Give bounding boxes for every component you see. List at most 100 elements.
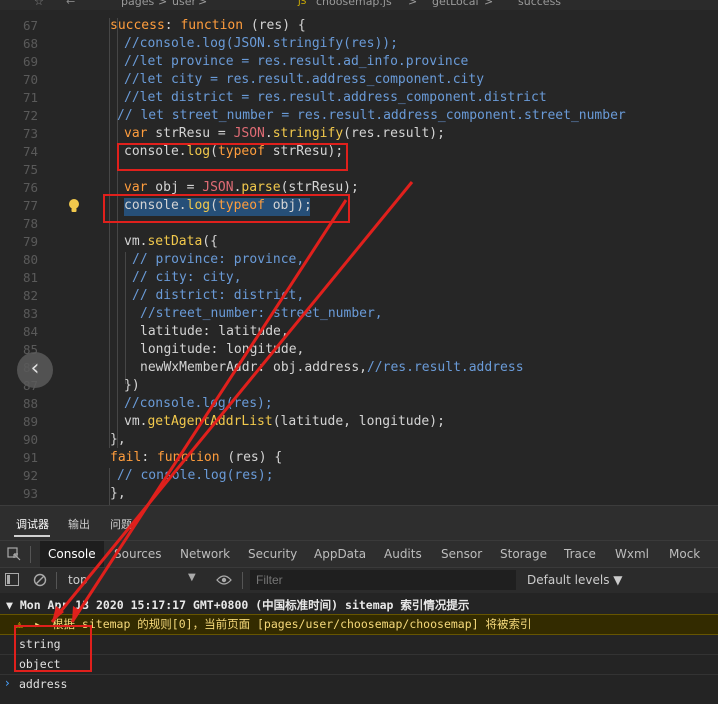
code-line[interactable]: 84 latitude: latitude,: [0, 323, 718, 341]
code-token: strResu =: [147, 126, 234, 141]
eye-icon[interactable]: [216, 574, 232, 586]
line-number: 68: [22, 36, 38, 51]
log-group-header[interactable]: ▼ Mon Apr 13 2020 15:17:17 GMT+0800 (中国标…: [6, 597, 718, 613]
code-line[interactable]: 85 longitude: longitude,: [0, 341, 718, 359]
sidebar-toggle-icon[interactable]: [5, 573, 19, 586]
code-line[interactable]: 83 //street_number: street_number,: [0, 305, 718, 323]
code-line[interactable]: 69 //let province = res.result.ad_info.pr…: [0, 53, 718, 71]
code-line[interactable]: 81 // city: city,: [0, 269, 718, 287]
tab-console[interactable]: Console: [40, 541, 104, 568]
code-text: //let district = res.result.address_comp…: [124, 89, 547, 107]
tab-network[interactable]: Network: [180, 541, 230, 568]
log-levels-select[interactable]: Default levels ▼: [527, 573, 623, 587]
code-line[interactable]: 88 //console.log(res);: [0, 395, 718, 413]
code-text: //let province = res.result.ad_info.prov…: [124, 53, 468, 71]
code-token: var: [124, 126, 148, 141]
code-line[interactable]: 73 var strResu = JSON.stringify(res.resul…: [0, 125, 718, 143]
code-text: var strResu = JSON.stringify(res.result)…: [124, 125, 445, 143]
breadcrumb-file[interactable]: choosemap.js: [316, 0, 392, 10]
code-line[interactable]: 86newWxMemberAddr: obj.address,//res.res…: [0, 359, 718, 377]
tab-output[interactable]: 输出: [68, 516, 90, 532]
code-line[interactable]: 82 // district: district,: [0, 287, 718, 305]
code-line[interactable]: 71 //let district = res.result.address_co…: [0, 89, 718, 107]
code-text: vm.setData({: [124, 233, 218, 251]
code-line[interactable]: 91 fail: function (res) {: [0, 449, 718, 467]
line-number: 76: [22, 180, 38, 195]
tab-appdata[interactable]: AppData: [314, 541, 366, 568]
tab-sources[interactable]: Sources: [114, 541, 161, 568]
line-number: 80: [22, 252, 38, 267]
highlight-box-output: [14, 625, 92, 672]
tab-problems[interactable]: 问题: [110, 516, 132, 532]
line-number: 67: [22, 18, 38, 33]
code-token: setData: [147, 234, 203, 249]
code-token: (res.result);: [343, 126, 445, 141]
js-file-icon: JS: [298, 0, 307, 7]
breadcrumb-fn[interactable]: getLocal: [432, 0, 479, 10]
breadcrumb-fn[interactable]: success: [518, 0, 561, 10]
code-token: obj =: [147, 180, 203, 195]
code-token: function: [180, 18, 244, 33]
code-line[interactable]: 90},: [0, 431, 718, 449]
code-line[interactable]: 79 vm.setData({: [0, 233, 718, 251]
code-token: //console.log(res);: [124, 396, 273, 411]
code-line[interactable]: 93},: [0, 485, 718, 503]
chevron-left-icon[interactable]: ‹: [17, 352, 53, 388]
code-line[interactable]: 68 //console.log(JSON.stringify(res));: [0, 35, 718, 53]
code-text: latitude: latitude,: [140, 323, 289, 341]
code-text: //console.log(JSON.stringify(res));: [124, 35, 398, 53]
lightbulb-icon[interactable]: [67, 198, 81, 214]
breadcrumb-pages[interactable]: pages: [121, 0, 154, 10]
inspect-icon[interactable]: [7, 547, 21, 561]
code-token: success: [110, 18, 165, 33]
code-line[interactable]: 89 vm.getAgentAddrList(latitude, longitud…: [0, 413, 718, 431]
line-number: 82: [22, 288, 38, 303]
log-output-object: object: [19, 657, 61, 671]
code-token: },: [110, 432, 126, 447]
code-text: },: [110, 485, 126, 503]
code-line[interactable]: 67 success: function (res) {: [0, 17, 718, 35]
tab-debugger[interactable]: 调试器: [16, 516, 49, 532]
line-number: 83: [22, 306, 38, 321]
code-token: //street_number: street_number,: [140, 306, 383, 321]
code-line[interactable]: 70 //let city = res.result.address_compon…: [0, 71, 718, 89]
code-line[interactable]: 87}): [0, 377, 718, 395]
tab-sensor[interactable]: Sensor: [441, 541, 482, 568]
line-number: 79: [22, 234, 38, 249]
code-text: // province: province,: [132, 251, 304, 269]
tab-mock[interactable]: Mock: [669, 541, 700, 568]
code-editor[interactable]: 67 success: function (res) { 68 //console.l…: [0, 10, 718, 505]
toolbar-divider: [30, 546, 31, 563]
code-token: // console.log(res);: [117, 468, 274, 483]
console-input[interactable]: address: [19, 677, 718, 691]
code-line[interactable]: 74 console.log(typeof strResu);: [0, 143, 718, 161]
code-text: // let street_number = res.result.addres…: [117, 107, 626, 125]
breadcrumb-sep: >: [408, 0, 418, 8]
code-token: :: [164, 18, 181, 33]
code-token: stringify: [272, 126, 344, 141]
star-icon[interactable]: ☆: [34, 0, 44, 10]
code-token: parse: [241, 180, 281, 195]
line-number: 88: [22, 396, 38, 411]
tab-trace[interactable]: Trace: [564, 541, 596, 568]
tab-wxml[interactable]: Wxml: [615, 541, 649, 568]
tab-audits[interactable]: Audits: [384, 541, 422, 568]
code-line[interactable]: 72 // let street_number = res.result.addr…: [0, 107, 718, 125]
breadcrumb-user[interactable]: user: [172, 0, 196, 10]
chevron-down-icon[interactable]: ▼: [188, 572, 196, 583]
console-output[interactable]: ▼ Mon Apr 13 2020 15:17:17 GMT+0800 (中国标…: [0, 593, 718, 704]
tab-security[interactable]: Security: [248, 541, 297, 568]
code-token: (strResu);: [280, 180, 359, 195]
code-token: vm.: [124, 234, 148, 249]
context-select[interactable]: top: [68, 573, 88, 587]
code-line[interactable]: 80 // province: province,: [0, 251, 718, 269]
clear-console-icon[interactable]: [33, 573, 47, 587]
code-line[interactable]: 75: [0, 161, 718, 179]
tab-storage[interactable]: Storage: [500, 541, 547, 568]
code-text: success: function (res) {: [110, 17, 306, 35]
filter-input[interactable]: [250, 570, 516, 590]
code-token: //let city = res.result.address_componen…: [124, 72, 485, 87]
code-token: (res) {: [219, 450, 283, 465]
back-icon[interactable]: ←: [66, 0, 75, 10]
code-line[interactable]: 92 // console.log(res);: [0, 467, 718, 485]
